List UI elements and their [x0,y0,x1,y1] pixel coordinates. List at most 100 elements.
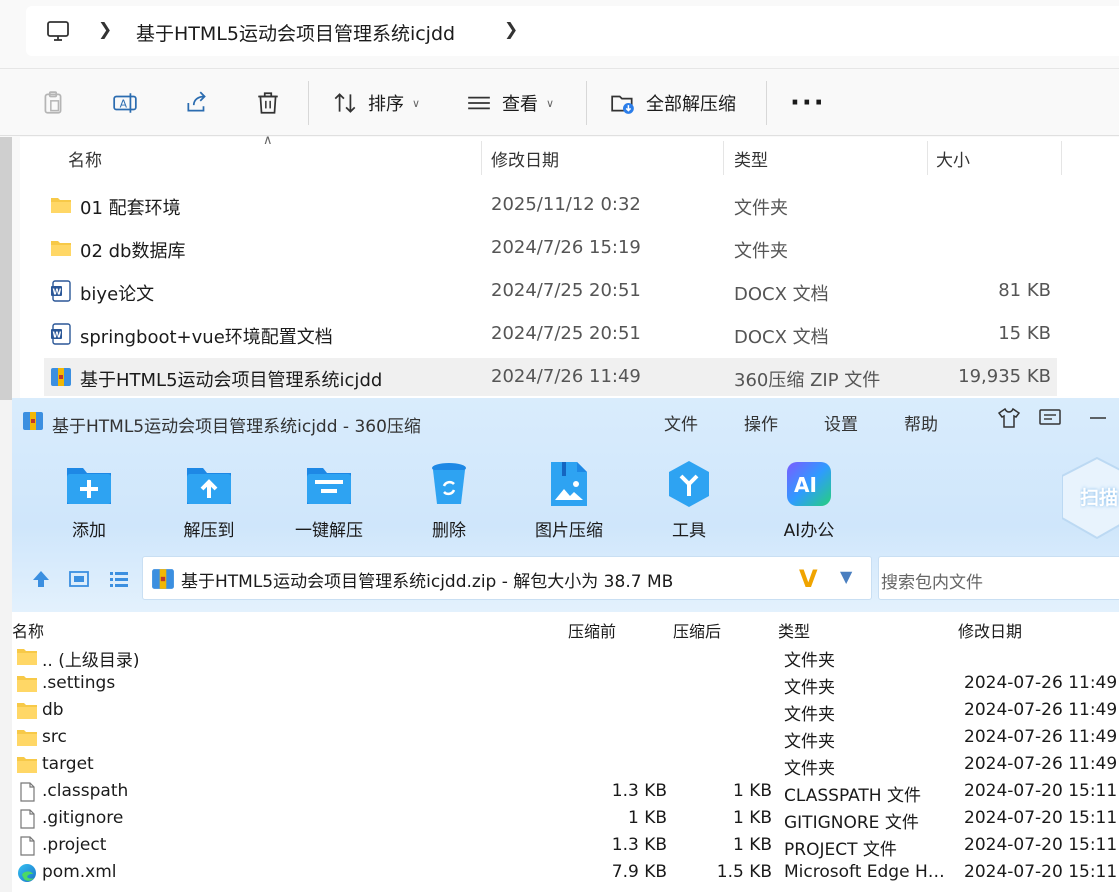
word-doc-icon: W [51,323,71,345]
zip-column-before[interactable]: 压缩前 [568,618,616,642]
zip-archive-icon [51,368,71,386]
add-folder-icon [67,468,111,504]
archive-row[interactable]: .project 1.3 KB 1 KB PROJECT 文件 2024-07-… [12,833,1119,860]
column-header-date[interactable]: 修改日期 [491,137,559,179]
tools-button[interactable]: 工具 [644,458,734,541]
chevron-right-icon[interactable]: ❯ [504,20,518,40]
toolbar-divider [766,81,767,125]
extract-to-icon [187,468,231,504]
column-header-name[interactable]: 名称 [68,137,102,179]
archive-file-date: 2024-07-20 15:11 [964,835,1118,855]
delete-archive-button[interactable]: 删除 [404,458,494,541]
column-divider[interactable] [723,141,724,175]
list-view-icon[interactable] [108,568,130,590]
delete-button[interactable] [255,69,281,137]
share-icon [187,91,206,112]
archive-file-date: 2024-07-20 15:11 [964,781,1118,801]
one-click-extract-icon [307,468,351,504]
rename-button[interactable]: A [112,69,138,137]
column-divider[interactable] [1061,141,1062,175]
archive-file-date: 2024-07-26 11:49 [964,673,1118,693]
ai-office-icon: AI [787,462,831,506]
rename-icon: A [113,93,137,113]
file-icon [20,809,35,829]
scan-button[interactable]: 扫描 [1061,453,1119,543]
archive-path-text: 基于HTML5运动会项目管理系统icjdd.zip - 解包大小为 38.7 M… [181,572,674,592]
menu-help[interactable]: 帮助 [904,410,938,435]
this-pc-icon[interactable] [46,19,70,43]
up-arrow-icon[interactable] [30,568,52,590]
message-icon[interactable] [1038,406,1062,430]
v-logo-icon[interactable]: V [799,565,818,593]
archive-file-date: 2024-07-20 15:11 [964,808,1118,828]
view-list-icon [468,96,490,110]
column-divider[interactable] [481,141,482,175]
minimize-icon[interactable] [1086,406,1110,430]
archive-size-after: 1 KB [732,835,772,855]
image-compress-icon [551,462,587,506]
file-date: 2024/7/25 20:51 [491,323,641,344]
file-size: 15 KB [998,323,1051,344]
archive-row[interactable]: src 文件夹 2024-07-26 11:49 [12,725,1119,752]
file-row[interactable]: W springboot+vue环境配置文档 2024/7/25 20:51 D… [44,315,1057,353]
archive-row[interactable]: pom.xml 7.9 KB 1.5 KB Microsoft Edge HTM… [12,860,1119,887]
file-row-selected[interactable]: 基于HTML5运动会项目管理系统icjdd 2024/7/26 11:49 36… [44,358,1057,396]
archive-search-input[interactable]: 搜索包内文件 [878,556,1119,600]
archive-row[interactable]: db 文件夹 2024-07-26 11:49 [12,698,1119,725]
svg-text:W: W [53,331,62,340]
archive-file-type: 文件夹 [784,759,835,779]
menu-file[interactable]: 文件 [664,410,698,435]
thumbnail-view-icon[interactable] [68,568,90,590]
sort-button[interactable]: 排序 ∨ [332,69,420,137]
zip-column-type[interactable]: 类型 [778,618,810,642]
word-doc-icon: W [51,280,71,302]
file-date: 2024/7/26 15:19 [491,237,641,258]
trash-icon [258,92,278,114]
ai-office-button[interactable]: AI AI办公 [764,458,854,541]
paste-button[interactable] [40,69,66,137]
archive-row[interactable]: .settings 文件夹 2024-07-26 11:49 [12,671,1119,698]
skin-shirt-icon[interactable] [997,406,1021,430]
zip-column-name[interactable]: 名称 [12,618,44,642]
chevron-right-icon[interactable]: ❯ [98,20,112,40]
zip-column-date[interactable]: 修改日期 [958,618,1022,642]
archive-path-field[interactable]: 基于HTML5运动会项目管理系统icjdd.zip - 解包大小为 38.7 M… [142,556,872,600]
recycle-bin-icon [432,463,466,504]
file-row[interactable]: W biye论文 2024/7/25 20:51 DOCX 文档 81 KB [44,272,1057,310]
column-header-type[interactable]: 类型 [734,137,768,179]
archive-row[interactable]: .classpath 1.3 KB 1 KB CLASSPATH 文件 2024… [12,779,1119,806]
address-bar[interactable]: ❯ 基于HTML5运动会项目管理系统icjdd ❯ [26,6,1119,56]
archive-row[interactable]: .gitignore 1 KB 1 KB GITIGNORE 文件 2024-0… [12,806,1119,833]
navigation-pane-edge [0,137,12,400]
tools-label: 工具 [672,521,706,541]
archive-file-name: .. (上级目录) [42,651,140,671]
archive-row[interactable]: .. (上级目录) 文件夹 [12,644,1119,671]
column-divider[interactable] [927,141,928,175]
folder-icon [17,649,37,665]
zip-column-after[interactable]: 压缩后 [673,618,721,642]
view-button[interactable]: 查看 ∨ [466,69,554,137]
menu-operate[interactable]: 操作 [744,410,778,435]
add-label: 添加 [72,521,106,541]
more-options-button[interactable]: ··· [790,69,826,137]
add-button[interactable]: 添加 [44,458,134,541]
archive-file-date: 2024-07-26 11:49 [964,700,1118,720]
path-dropdown-icon[interactable]: ▼ [840,567,852,586]
share-button[interactable] [184,69,210,137]
one-click-extract-button[interactable]: 一键解压 [284,458,374,541]
archive-row[interactable]: target 文件夹 2024-07-26 11:49 [12,752,1119,779]
toolbar-divider [586,81,587,125]
extract-all-button[interactable]: 全部解压缩 [610,69,736,137]
image-compress-button[interactable]: 图片压缩 [524,458,614,541]
extract-to-button[interactable]: 解压到 [164,458,254,541]
path-row: 基于HTML5运动会项目管理系统icjdd.zip - 解包大小为 38.7 M… [12,556,1119,604]
file-row[interactable]: 02 db数据库 2024/7/26 15:19 文件夹 [44,229,1057,267]
zip-archive-window: 基于HTML5运动会项目管理系统icjdd - 360压缩 文件 操作 设置 帮… [12,398,1119,892]
sort-icon [334,93,356,113]
column-header-size[interactable]: 大小 [936,137,970,179]
file-row[interactable]: 01 配套环境 2025/11/12 0:32 文件夹 [44,186,1057,224]
breadcrumb-current-folder[interactable]: 基于HTML5运动会项目管理系统icjdd [136,19,455,46]
menu-settings[interactable]: 设置 [824,410,858,435]
more-dots-icon: ··· [790,88,826,118]
file-name: 01 配套环境 [80,198,181,219]
